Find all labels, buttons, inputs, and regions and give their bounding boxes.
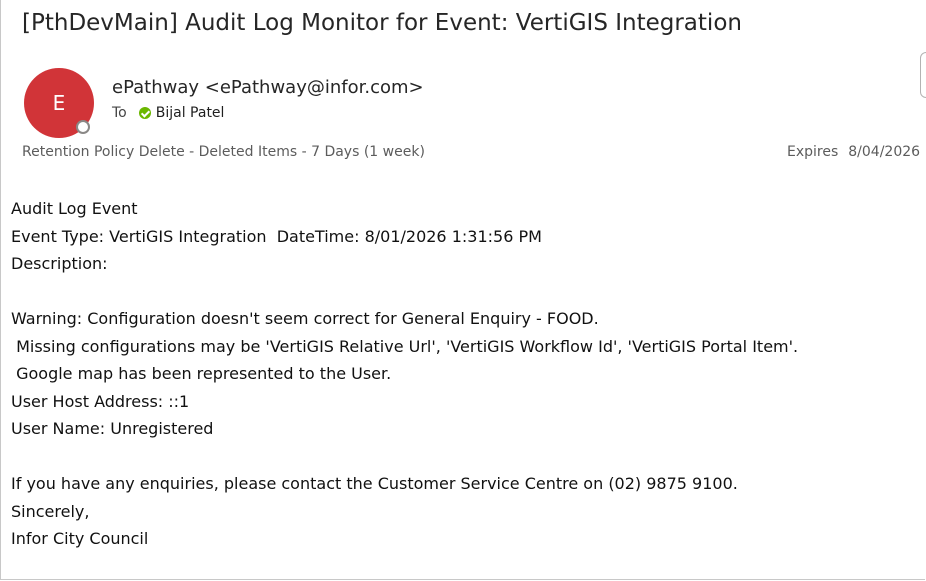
presence-status-icon — [76, 120, 90, 134]
retention-value: Delete - Deleted Items - 7 Days (1 week) — [138, 144, 425, 160]
body-user-name: User Name: Unregistered — [11, 419, 214, 438]
expires-label: Expires — [787, 144, 839, 160]
body-google-map-note: Google map has been represented to the U… — [11, 364, 392, 383]
email-body: Audit Log Event Event Type: VertiGIS Int… — [11, 195, 798, 553]
sender-name[interactable]: ePathway <ePathway@infor.com> — [112, 77, 424, 98]
reply-actions-button[interactable] — [920, 52, 926, 98]
expires-info: Expires 8/04/2026 — [787, 144, 920, 160]
body-host-address: User Host Address: ::1 — [11, 391, 190, 411]
avatar-initial: E — [52, 91, 66, 115]
available-check-icon — [138, 107, 151, 119]
recipients-row: To Bijal Patel — [112, 105, 224, 121]
recipient-name[interactable]: Bijal Patel — [156, 105, 225, 121]
body-closing: Sincerely, — [11, 501, 90, 521]
to-label: To — [112, 105, 127, 121]
body-event-type: Event Type: VertiGIS Integration DateTim… — [11, 226, 542, 246]
retention-label: Retention Policy — [22, 144, 135, 160]
email-subject: [PthDevMain] Audit Log Monitor for Event… — [22, 10, 742, 36]
retention-policy: Retention Policy Delete - Deleted Items … — [22, 144, 425, 160]
body-missing-config: Missing configurations may be 'VertiGIS … — [11, 336, 799, 356]
expires-date: 8/04/2026 — [848, 144, 921, 160]
body-description-label: Description: — [11, 254, 108, 273]
body-contact-info: If you have any enquiries, please contac… — [11, 474, 738, 493]
body-heading: Audit Log Event — [11, 199, 138, 218]
body-warning: Warning: Configuration doesn't seem corr… — [11, 309, 599, 328]
body-signature: Infor City Council — [11, 529, 149, 548]
